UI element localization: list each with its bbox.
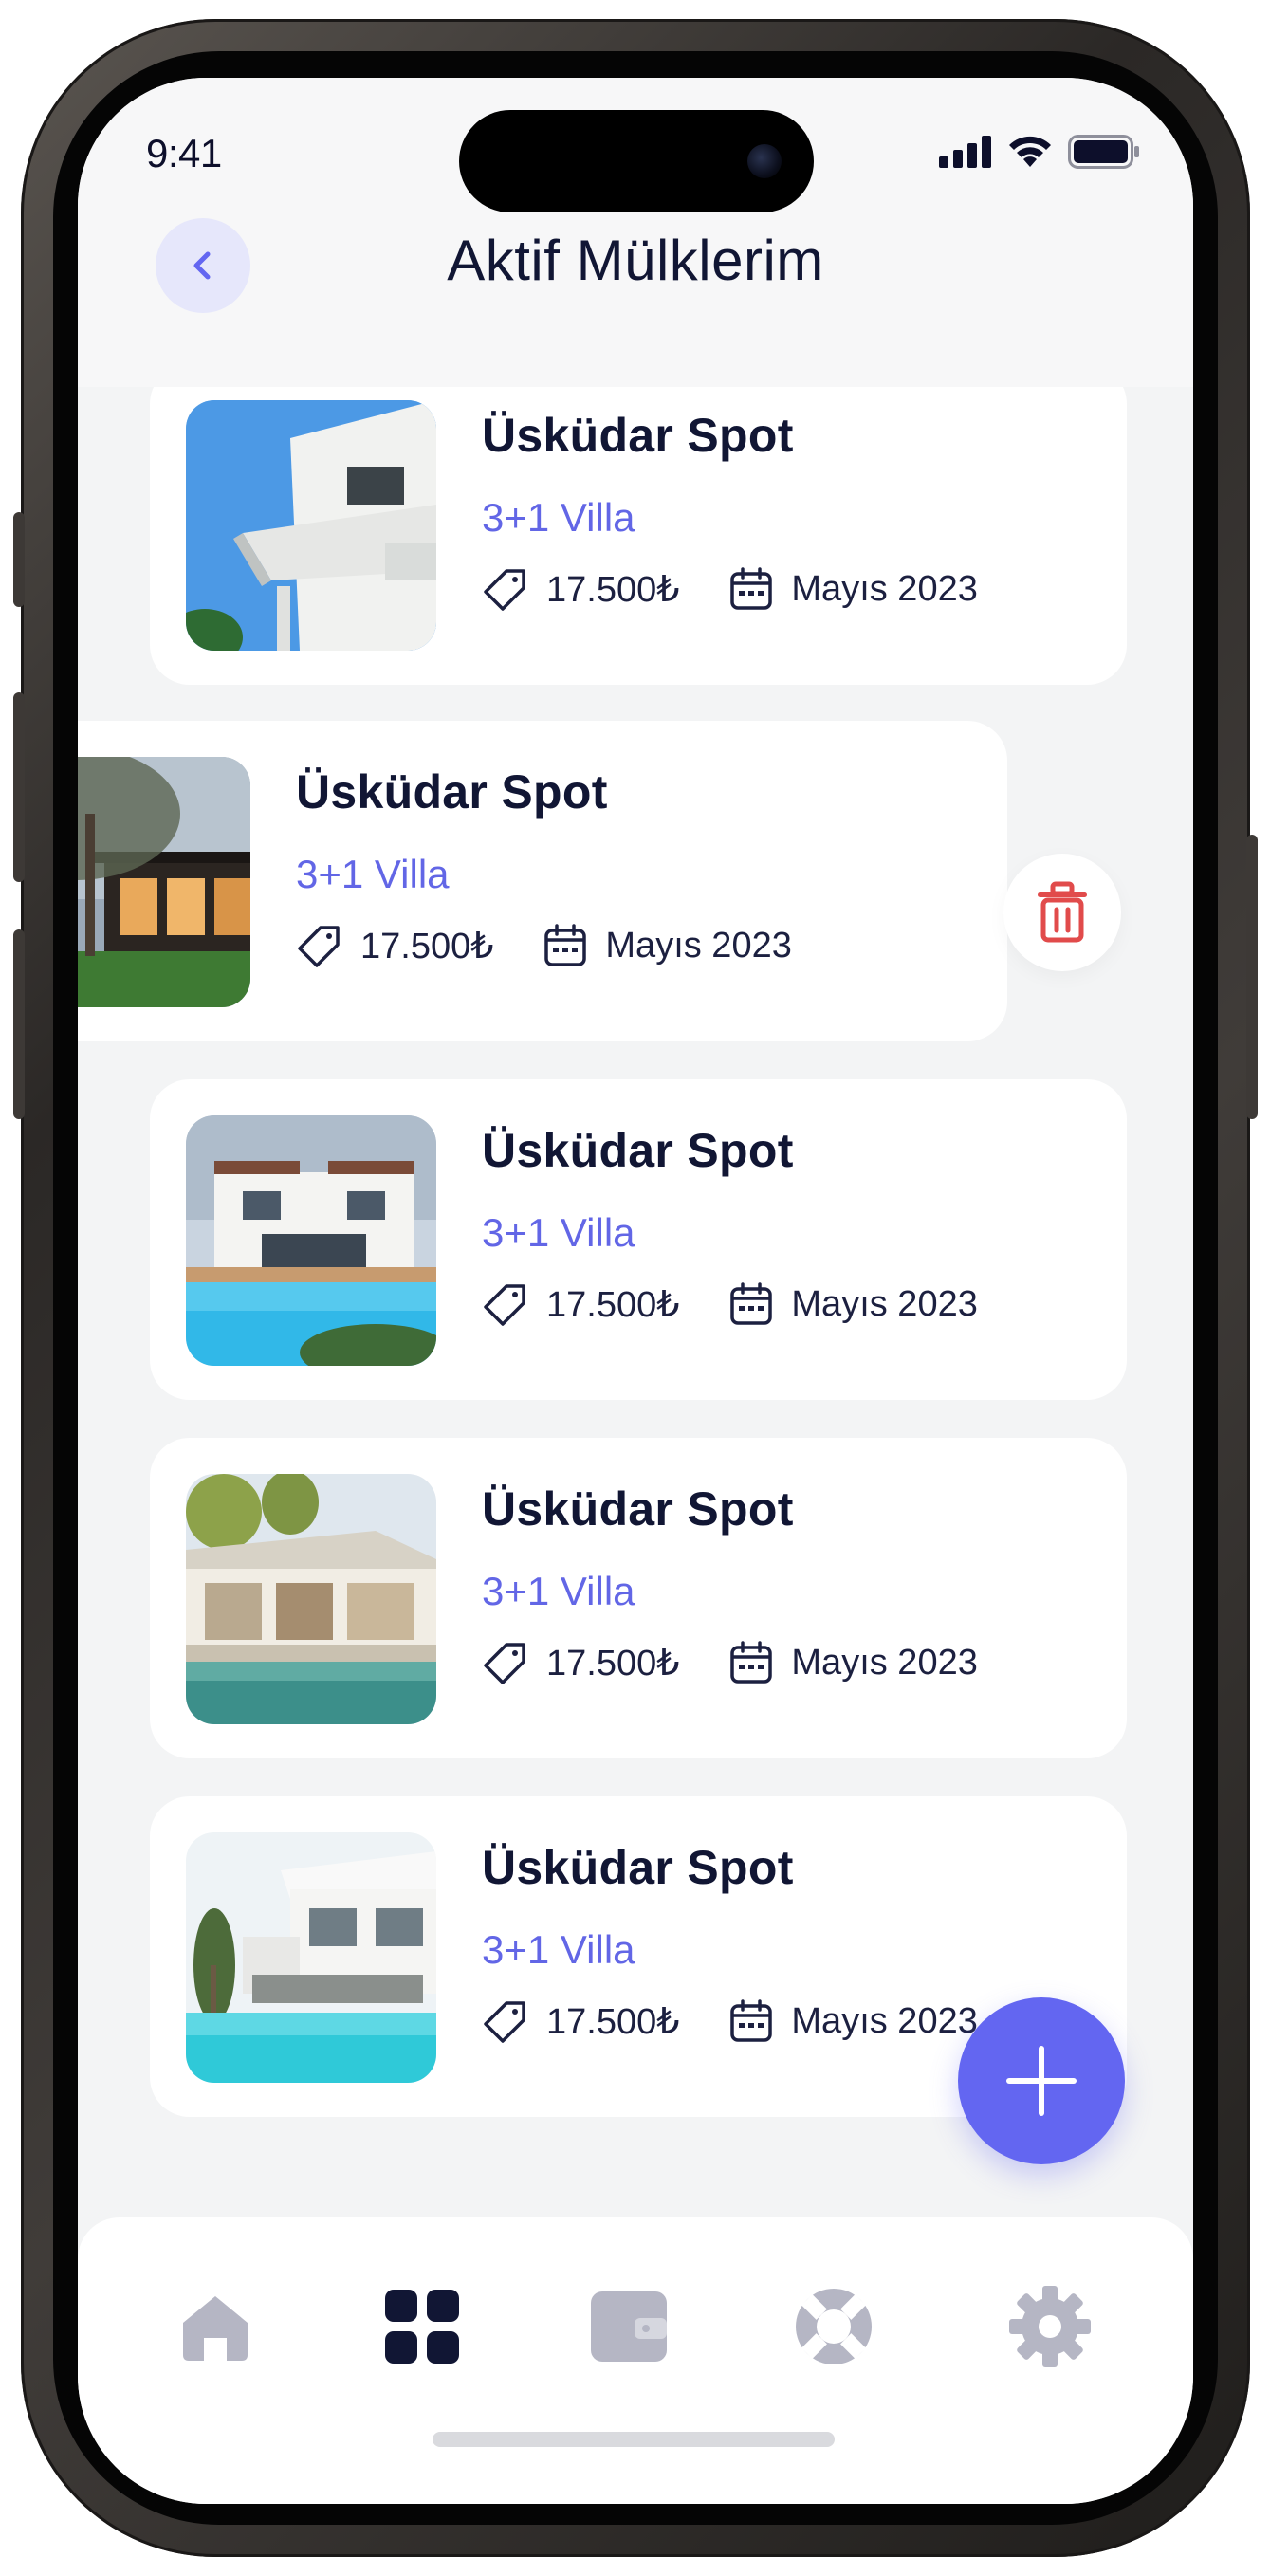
property-card[interactable]: Üsküdar Spot 3+1 Villa 17.500₺ Mayıs 202… xyxy=(150,1079,1127,1400)
power-button xyxy=(1246,835,1258,1119)
property-meta: 17.500₺ Mayıs 2023 xyxy=(482,1639,978,1686)
calendar-icon xyxy=(544,924,587,966)
property-meta: 17.500₺ Mayıs 2023 xyxy=(482,1997,978,2045)
tab-home[interactable] xyxy=(173,2284,258,2369)
property-meta: 17.500₺ Mayıs 2023 xyxy=(482,1280,978,1328)
tab-wallet[interactable] xyxy=(586,2284,672,2369)
delete-button[interactable] xyxy=(1003,854,1121,971)
property-type: 3+1 Villa xyxy=(482,1210,635,1255)
property-date: Mayıs 2023 xyxy=(605,925,792,966)
property-date: Mayıs 2023 xyxy=(791,2000,978,2041)
gear-icon xyxy=(1009,2286,1091,2367)
property-name: Üsküdar Spot xyxy=(482,1482,794,1536)
property-type: 3+1 Villa xyxy=(482,495,635,540)
property-name: Üsküdar Spot xyxy=(482,409,794,462)
property-type: 3+1 Villa xyxy=(482,1927,635,1972)
plus-icon xyxy=(1006,2046,1077,2116)
status-icons xyxy=(939,135,1140,169)
property-photo xyxy=(186,1474,436,1724)
trash-icon xyxy=(1038,881,1087,943)
status-time: 9:41 xyxy=(146,131,222,175)
property-list[interactable]: Üsküdar Spot 3+1 Villa 17.500₺ Mayıs 202… xyxy=(78,387,1193,2231)
wallet-icon xyxy=(591,2291,667,2362)
property-price: 17.500₺ xyxy=(546,1284,680,1325)
camera-icon xyxy=(747,144,782,178)
property-price: 17.500₺ xyxy=(546,2001,680,2042)
volume-up-button xyxy=(13,692,25,882)
property-date: Mayıs 2023 xyxy=(791,1283,978,1324)
property-meta: 17.500₺ Mayıs 2023 xyxy=(296,922,792,969)
add-property-button[interactable] xyxy=(958,1997,1125,2164)
price-tag-icon xyxy=(484,2001,525,2043)
property-date: Mayıs 2023 xyxy=(791,568,978,609)
wifi-icon xyxy=(1009,136,1051,167)
calendar-icon xyxy=(730,567,773,610)
price-tag-icon xyxy=(484,1284,525,1326)
property-price: 17.500₺ xyxy=(360,926,494,966)
property-meta: 17.500₺ Mayıs 2023 xyxy=(482,565,978,613)
property-name: Üsküdar Spot xyxy=(482,1124,794,1177)
property-info: Üsküdar Spot 3+1 Villa 17.500₺ Mayıs 202… xyxy=(482,408,978,613)
home-indicator[interactable] xyxy=(433,2432,835,2447)
property-card[interactable]: Üsküdar Spot 3+1 Villa 17.500₺ Mayıs 202… xyxy=(150,1438,1127,1758)
property-type: 3+1 Villa xyxy=(296,852,450,896)
volume-down-button xyxy=(13,929,25,1119)
property-info: Üsküdar Spot 3+1 Villa 17.500₺ Mayıs 202… xyxy=(296,764,792,969)
page-title: Aktif Mülklerim xyxy=(447,229,824,292)
dynamic-island xyxy=(459,110,814,212)
signal-icon xyxy=(939,136,991,168)
tab-settings[interactable] xyxy=(1007,2284,1093,2369)
property-name: Üsküdar Spot xyxy=(482,1841,794,1894)
property-name: Üsküdar Spot xyxy=(296,765,608,819)
home-icon xyxy=(183,2296,248,2361)
price-tag-icon xyxy=(298,926,340,967)
property-price: 17.500₺ xyxy=(546,569,680,610)
battery-icon xyxy=(1068,135,1139,169)
property-card[interactable]: Üsküdar Spot 3+1 Villa 17.500₺ Mayıs 202… xyxy=(78,721,1007,1041)
property-card[interactable]: Üsküdar Spot 3+1 Villa 17.500₺ Mayıs 202… xyxy=(150,387,1127,685)
property-price: 17.500₺ xyxy=(546,1643,680,1684)
tab-properties[interactable] xyxy=(379,2284,465,2369)
calendar-icon xyxy=(730,1999,773,2042)
tab-support[interactable] xyxy=(791,2284,876,2369)
calendar-icon xyxy=(730,1282,773,1325)
property-info: Üsküdar Spot 3+1 Villa 17.500₺ Mayıs 202… xyxy=(482,1481,978,1686)
property-photo xyxy=(186,400,436,651)
price-tag-icon xyxy=(484,569,525,611)
property-info: Üsküdar Spot 3+1 Villa 17.500₺ Mayıs 202… xyxy=(482,1123,978,1328)
screen: 9:41 Aktif Mülklerim Üsküdar Spot 3+1 Vi… xyxy=(78,78,1193,2504)
mute-switch xyxy=(13,512,25,607)
property-info: Üsküdar Spot 3+1 Villa 17.500₺ Mayıs 202… xyxy=(482,1840,978,2045)
property-photo xyxy=(186,1115,436,1366)
price-tag-icon xyxy=(484,1643,525,1684)
property-date: Mayıs 2023 xyxy=(791,1642,978,1683)
header: 9:41 Aktif Mülklerim xyxy=(78,78,1193,387)
property-photo xyxy=(78,757,250,1007)
property-type: 3+1 Villa xyxy=(482,1569,635,1613)
support-icon xyxy=(796,2289,872,2364)
calendar-icon xyxy=(730,1641,773,1684)
bottom-tab-bar xyxy=(78,2217,1193,2504)
property-photo xyxy=(186,1832,436,2083)
grid-icon xyxy=(385,2290,459,2364)
